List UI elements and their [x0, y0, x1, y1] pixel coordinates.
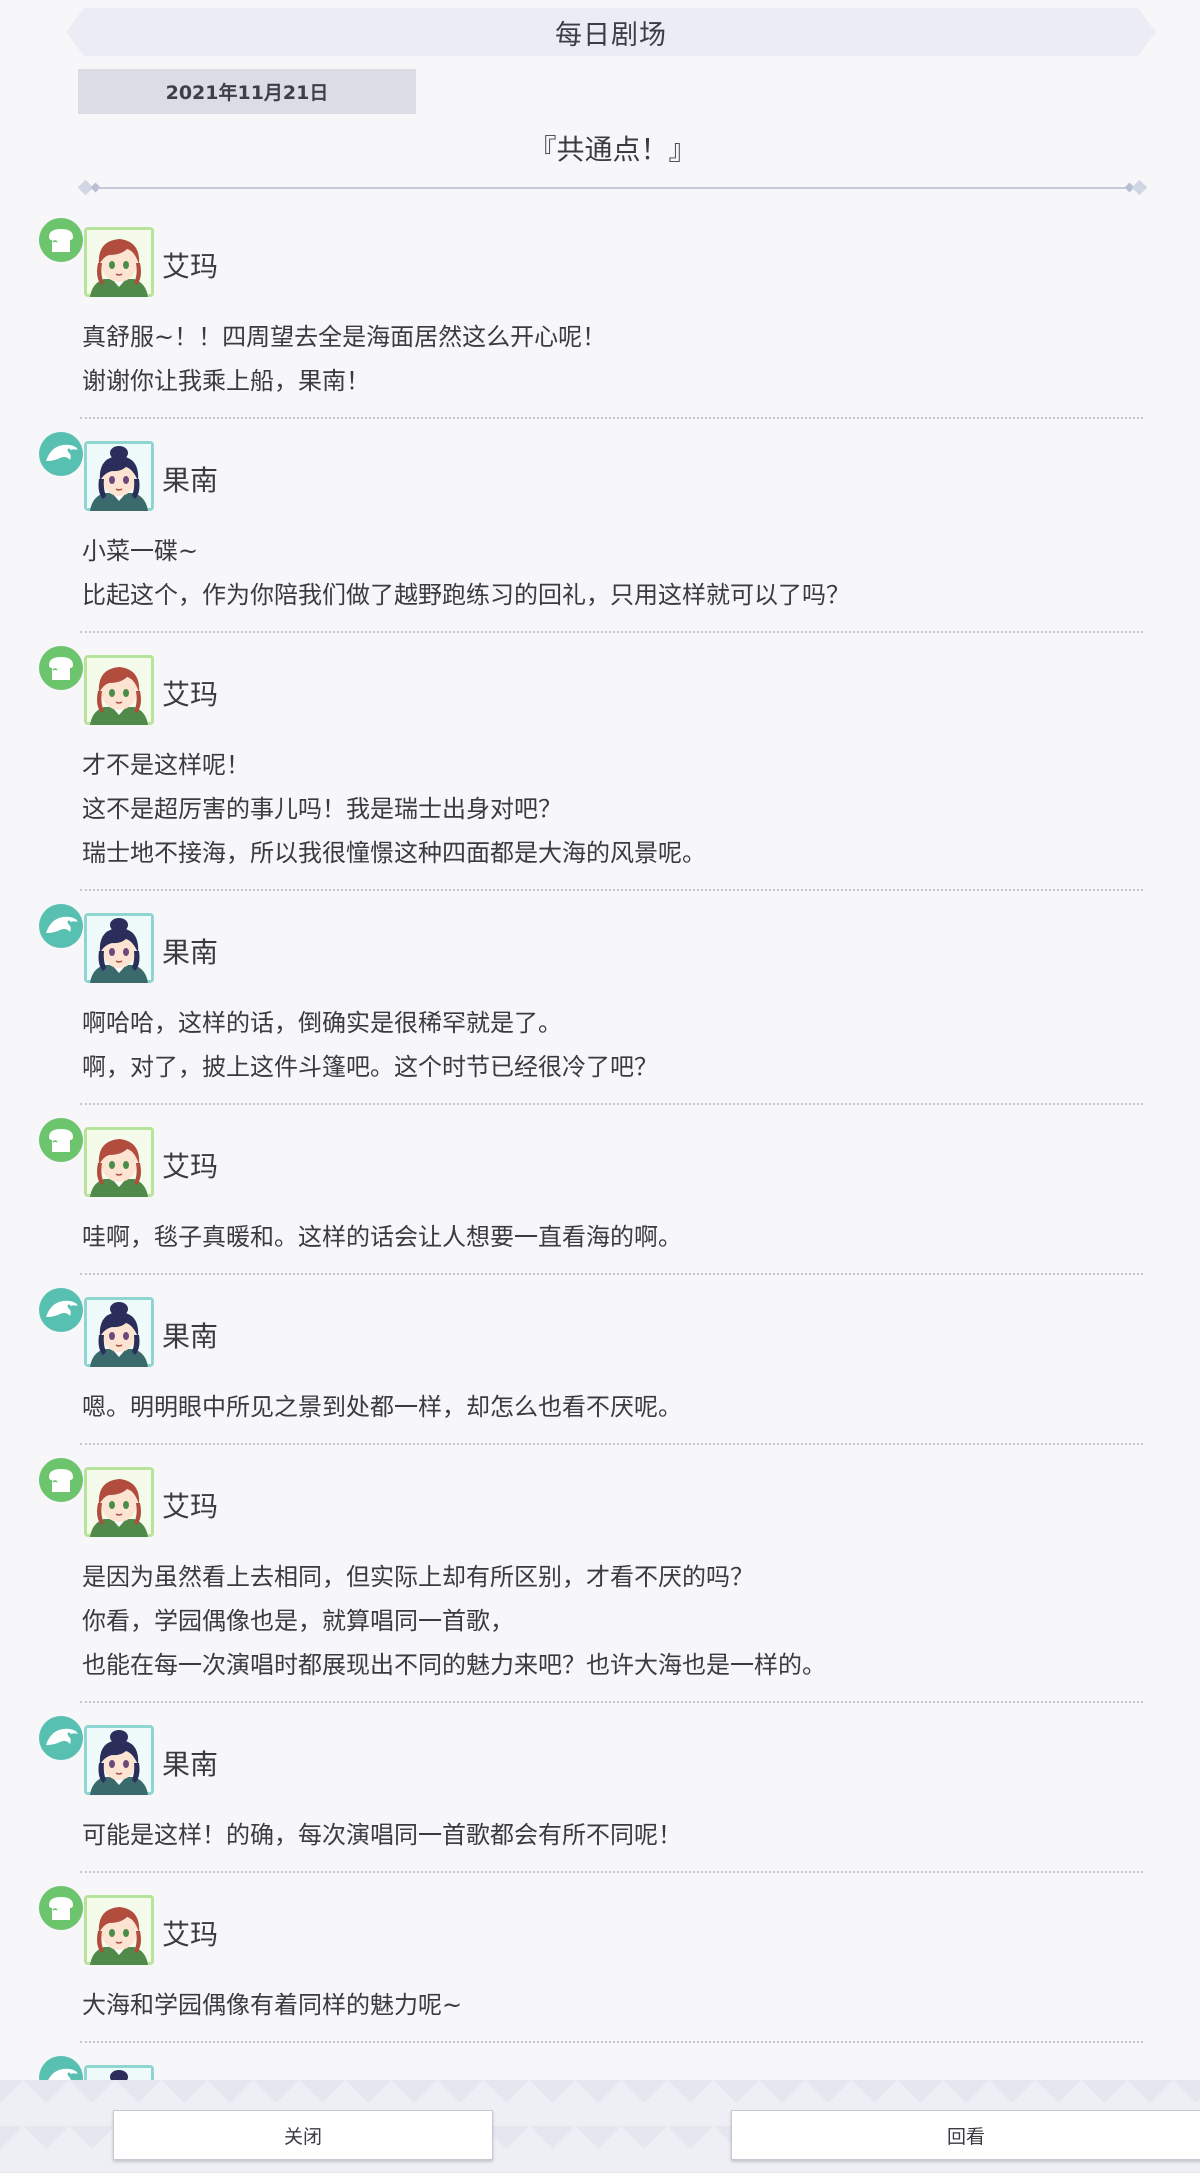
speaker-name: 艾玛 [162, 1918, 219, 1951]
dialog-line: 是因为虽然看上去相同，但实际上却有所区别，才看不厌的吗？ [82, 1563, 754, 1591]
dolphin-icon [36, 901, 86, 951]
divider-line [98, 187, 1127, 189]
avatar [84, 1467, 154, 1537]
date-label: 2021年11月21日 [78, 69, 416, 114]
speaker-name: 果南 [162, 464, 219, 497]
header-title: 每日剧场 [555, 19, 667, 51]
close-button[interactable]: 关闭 [113, 2110, 493, 2160]
dialog-line: 真舒服~！！四周望去全是海面居然这么开心呢！ [82, 323, 607, 351]
dialog-entry: 果南啊哈哈，这样的话，倒确实是很稀罕就是了。啊，对了，披上这件斗篷吧。这个时节已… [0, 891, 1200, 1105]
dialog-lines: 小菜一碟~ 比起这个，作为你陪我们做了越野跑练习的回礼，只用这样就可以了吗？ [0, 507, 1200, 625]
dialog-line: 可能是这样！的确，每次演唱同一首歌都会有所不同呢！ [82, 1821, 682, 1849]
speaker-row: 艾玛 [0, 1445, 1200, 1537]
dialog-line: 谢谢你让我乘上船，果南！ [82, 367, 370, 395]
dialog-line: 啊哈哈，这样的话，倒确实是很稀罕就是了。 [82, 1009, 562, 1037]
dialog-lines: 嗯。明明眼中所见之景到处都一样，却怎么也看不厌呢。 [0, 1363, 1200, 1437]
avatar [84, 1725, 154, 1795]
dialog-lines: 才不是这样呢！ 这不是超厉害的事儿吗！我是瑞士出身对吧？ 瑞士地不接海，所以我很憧憬… [0, 721, 1200, 883]
review-button[interactable]: 回看 [731, 2110, 1200, 2160]
header-bar: 每日剧场 [66, 8, 1156, 56]
dialog-entry: 果南嗯。明明眼中所见之景到处都一样，却怎么也看不厌呢。 [0, 1275, 1200, 1445]
avatar [84, 913, 154, 983]
dialog-line: 才不是这样呢！ [82, 751, 250, 779]
dialog-line: 这不是超厉害的事儿吗！我是瑞士出身对吧？ [82, 795, 562, 823]
speaker-name: 艾玛 [162, 250, 219, 283]
dialog-entry: 艾玛是因为虽然看上去相同，但实际上却有所区别，才看不厌的吗？ 你看，学园偶像也是，… [0, 1445, 1200, 1703]
avatar [84, 1297, 154, 1367]
bread-icon [36, 215, 86, 265]
bread-icon [36, 1115, 86, 1165]
dialog-line: 你看，学园偶像也是，就算唱同一首歌， [82, 1607, 514, 1635]
dialog-entry: 艾玛哇啊，毯子真暖和。这样的话会让人想要一直看海的啊。 [0, 1105, 1200, 1275]
speaker-row: 艾玛 [0, 633, 1200, 725]
speaker-row: 果南 [0, 1703, 1200, 1795]
dolphin-icon [36, 1285, 86, 1335]
dialog-line: 嗯。明明眼中所见之景到处都一样，却怎么也看不厌呢。 [82, 1393, 682, 1421]
dialog-lines: 哇啊，毯子真暖和。这样的话会让人想要一直看海的啊。 [0, 1193, 1200, 1267]
bread-icon [36, 643, 86, 693]
speaker-row: 果南 [0, 419, 1200, 511]
dialog-lines: 可能是这样！的确，每次演唱同一首歌都会有所不同呢！ [0, 1791, 1200, 1865]
dialog-line: 小菜一碟~ [82, 537, 199, 565]
dialog-lines: 啊哈哈，这样的话，倒确实是很稀罕就是了。啊，对了，披上这件斗篷吧。这个时节已经很… [0, 979, 1200, 1097]
speaker-name: 果南 [162, 1748, 219, 1781]
speaker-row: 艾玛 [0, 1105, 1200, 1197]
dialog-line: 哇啊，毯子真暖和。这样的话会让人想要一直看海的啊。 [82, 1223, 682, 1251]
dialog-lines: 大海和学园偶像有着同样的魅力呢~ [0, 1961, 1200, 2035]
speaker-row: 果南 [0, 891, 1200, 983]
dialog-entry: 艾玛真舒服~！！四周望去全是海面居然这么开心呢！ 谢谢你让我乘上船，果南！ [0, 205, 1200, 419]
speaker-name: 艾玛 [162, 1150, 219, 1183]
dialog-line: 瑞士地不接海，所以我很憧憬这种四面都是大海的风景呢。 [82, 839, 706, 867]
title-divider [77, 178, 1148, 198]
speaker-name: 果南 [162, 1320, 219, 1353]
avatar [84, 1127, 154, 1197]
speaker-name: 艾玛 [162, 678, 219, 711]
dialog-entry: 艾玛才不是这样呢！ 这不是超厉害的事儿吗！我是瑞士出身对吧？ 瑞士地不接海，所以我很… [0, 633, 1200, 891]
dolphin-icon [36, 429, 86, 479]
bread-icon [36, 1883, 86, 1933]
dolphin-icon [36, 1713, 86, 1763]
avatar [84, 1895, 154, 1965]
dialog-list[interactable]: 艾玛 真舒服~！！四周望去全是海面居然这么开心呢！ 谢谢你让我乘上船，果南！ 果南 小菜… [0, 205, 1200, 2173]
speaker-row: 艾玛 [0, 205, 1200, 297]
dialog-line: 啊，对了，披上这件斗篷吧。这个时节已经很冷了吧？ [82, 1053, 658, 1081]
dialog-entry: 果南可能是这样！的确，每次演唱同一首歌都会有所不同呢！ [0, 1703, 1200, 1873]
diamond-ornament-icon [1131, 179, 1148, 196]
speaker-row: 艾玛 [0, 1873, 1200, 1965]
dialog-lines: 是因为虽然看上去相同，但实际上却有所区别，才看不厌的吗？ 你看，学园偶像也是，就算… [0, 1533, 1200, 1695]
dialog-line: 比起这个，作为你陪我们做了越野跑练习的回礼，只用这样就可以了吗？ [82, 581, 850, 609]
dialog-line: 大海和学园偶像有着同样的魅力呢~ [82, 1991, 463, 2019]
speaker-name: 艾玛 [162, 1490, 219, 1523]
avatar [84, 655, 154, 725]
bread-icon [36, 1455, 86, 1505]
story-title: 『共通点！』 [528, 133, 697, 166]
avatar [84, 441, 154, 511]
dialog-lines: 真舒服~！！四周望去全是海面居然这么开心呢！ 谢谢你让我乘上船，果南！ [0, 293, 1200, 411]
avatar [84, 227, 154, 297]
dialog-entry: 果南小菜一碟~ 比起这个，作为你陪我们做了越野跑练习的回礼，只用这样就可以了吗？ [0, 419, 1200, 633]
speaker-name: 果南 [162, 936, 219, 969]
dialog-line: 也能在每一次演唱时都展现出不同的魅力来吧？也许大海也是一样的。 [82, 1651, 826, 1679]
speaker-row: 果南 [0, 1275, 1200, 1367]
dialog-entry: 艾玛大海和学园偶像有着同样的魅力呢~ [0, 1873, 1200, 2043]
